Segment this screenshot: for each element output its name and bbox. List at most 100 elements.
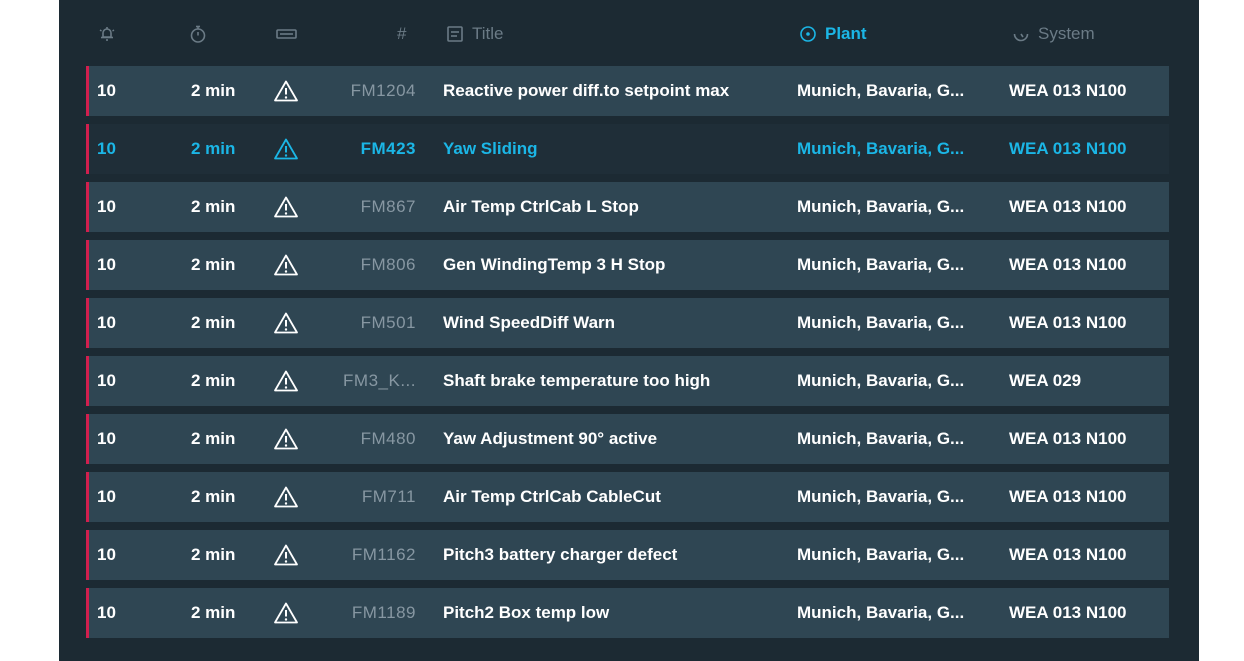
table-row[interactable]: 10 2 min FM423 Yaw Sliding Munich, Bavaria, …: [86, 124, 1169, 174]
time-cell: 2 min: [191, 81, 236, 100]
time-cell: 2 min: [191, 139, 236, 158]
number-header-label: #: [397, 24, 407, 43]
alarm-severity-bar: [86, 588, 89, 638]
system-cell: WEA 013 N100: [1009, 487, 1127, 506]
alarm-title-cell: Air Temp CtrlCab CableCut: [443, 487, 661, 506]
alarm-title-cell: Shaft brake temperature too high: [443, 371, 711, 390]
system-cell: WEA 013 N100: [1009, 603, 1127, 622]
plant-column-header[interactable]: Plant: [799, 22, 867, 46]
warning-icon: [273, 588, 303, 638]
alarm-severity-bar: [86, 124, 89, 174]
battery-icon: [276, 29, 297, 39]
priority-cell: 10: [97, 429, 116, 448]
alarm-title-cell: Reactive power diff.to setpoint max: [443, 81, 730, 100]
warning-icon: [273, 182, 303, 232]
warning-icon: [273, 298, 303, 348]
time-cell: 2 min: [191, 487, 236, 506]
time-cell: 2 min: [191, 197, 236, 216]
alarm-severity-bar: [86, 356, 89, 406]
plant-cell: Munich, Bavaria, G...: [797, 545, 965, 564]
warning-icon: [273, 414, 303, 464]
system-cell: WEA 013 N100: [1009, 429, 1127, 448]
system-cell: WEA 013 N100: [1009, 139, 1127, 158]
plant-cell: Munich, Bavaria, G...: [797, 371, 965, 390]
alarm-number-cell: FM1189: [351, 603, 416, 622]
priority-cell: 10: [97, 255, 116, 274]
warning-icon: [273, 240, 303, 290]
plant-cell: Munich, Bavaria, G...: [797, 139, 965, 158]
alarm-title-cell: Air Temp CtrlCab L Stop: [443, 197, 639, 216]
document-icon: [447, 26, 463, 42]
system-column-header[interactable]: System: [1012, 22, 1095, 46]
alarm-number-cell: FM480: [360, 429, 416, 448]
time-cell: 2 min: [191, 313, 236, 332]
table-row[interactable]: 10 2 min FM501 Wind SpeedDiff Warn Munich, B…: [86, 298, 1169, 348]
title-column-header[interactable]: Title: [446, 22, 504, 46]
priority-cell: 10: [97, 545, 116, 564]
plant-cell: Munich, Bavaria, G...: [797, 487, 965, 506]
priority-cell: 10: [97, 81, 116, 100]
plant-cell: Munich, Bavaria, G...: [797, 603, 965, 622]
system-cell: WEA 013 N100: [1009, 81, 1127, 100]
number-column-header[interactable]: #: [397, 22, 406, 46]
warning-icon: [273, 124, 303, 174]
warning-icon: [273, 472, 303, 522]
priority-cell: 10: [97, 197, 116, 216]
alarm-number-cell: FM867: [360, 197, 416, 216]
plant-cell: Munich, Bavaria, G...: [797, 313, 965, 332]
target-icon: [800, 26, 816, 42]
plant-cell: Munich, Bavaria, G...: [797, 197, 965, 216]
alarm-title-cell: Wind SpeedDiff Warn: [443, 313, 616, 332]
priority-cell: 10: [97, 139, 116, 158]
table-row[interactable]: 10 2 min FM1204 Reactive power diff.to setp…: [86, 66, 1169, 116]
time-cell: 2 min: [191, 545, 236, 564]
table-row[interactable]: 10 2 min FM711 Air Temp CtrlCab CableCut Mun…: [86, 472, 1169, 522]
alarm-severity-bar: [86, 240, 89, 290]
system-cell: WEA 013 N100: [1009, 197, 1127, 216]
alarm-severity-bar: [86, 530, 89, 580]
alarm-list-panel: # Title Plant System 10 2 min FM1204 Rea…: [59, 0, 1199, 661]
table-row[interactable]: 10 2 min FM1189 Pitch2 Box temp low Munich, …: [86, 588, 1169, 638]
alarm-severity-bar: [86, 414, 89, 464]
warning-icon: [273, 356, 303, 406]
time-column-header[interactable]: [188, 22, 208, 46]
stopwatch-icon: [190, 25, 206, 43]
alarm-severity-bar: [86, 66, 89, 116]
plant-cell: Munich, Bavaria, G...: [797, 81, 965, 100]
system-cell: WEA 029: [1009, 371, 1082, 390]
priority-cell: 10: [97, 313, 116, 332]
time-cell: 2 min: [191, 371, 236, 390]
table-row[interactable]: 10 2 min FM806 Gen WindingTemp 3 H Stop Muni…: [86, 240, 1169, 290]
alarm-number-cell: FM1204: [350, 81, 416, 100]
alarm-rows: 10 2 min FM1204 Reactive power diff.to setp…: [86, 66, 1169, 646]
system-cell: WEA 013 N100: [1009, 255, 1127, 274]
time-cell: 2 min: [191, 603, 236, 622]
plant-header-label: Plant: [825, 24, 867, 43]
priority-cell: 10: [97, 603, 116, 622]
bell-icon: [99, 27, 115, 41]
gauge-icon: [1013, 33, 1029, 42]
alarm-title-cell: Yaw Sliding: [443, 139, 538, 158]
priority-cell: 10: [97, 371, 116, 390]
system-header-label: System: [1038, 24, 1095, 43]
alarm-title-cell: Yaw Adjustment 90° active: [443, 429, 658, 448]
type-column-header[interactable]: [275, 22, 299, 46]
alarm-number-cell: FM423: [360, 139, 416, 158]
table-header: # Title Plant System: [59, 0, 1199, 66]
alarm-title-cell: Pitch3 battery charger defect: [443, 545, 678, 564]
table-row[interactable]: 10 2 min FM480 Yaw Adjustment 90° active Mun…: [86, 414, 1169, 464]
warning-icon: [273, 66, 303, 116]
alarm-number-cell: FM1162: [351, 545, 416, 564]
table-row[interactable]: 10 2 min FM3_K... Shaft brake temperature t…: [86, 356, 1169, 406]
table-row[interactable]: 10 2 min FM1162 Pitch3 battery charger defe…: [86, 530, 1169, 580]
title-header-label: Title: [472, 24, 504, 43]
time-cell: 2 min: [191, 255, 236, 274]
alarm-number-cell: FM806: [360, 255, 416, 274]
table-row[interactable]: 10 2 min FM867 Air Temp CtrlCab L Stop Munic…: [86, 182, 1169, 232]
priority-column-header[interactable]: [97, 22, 117, 46]
time-cell: 2 min: [191, 429, 236, 448]
system-cell: WEA 013 N100: [1009, 545, 1127, 564]
priority-cell: 10: [97, 487, 116, 506]
alarm-severity-bar: [86, 182, 89, 232]
alarm-number-cell: FM711: [361, 487, 416, 506]
